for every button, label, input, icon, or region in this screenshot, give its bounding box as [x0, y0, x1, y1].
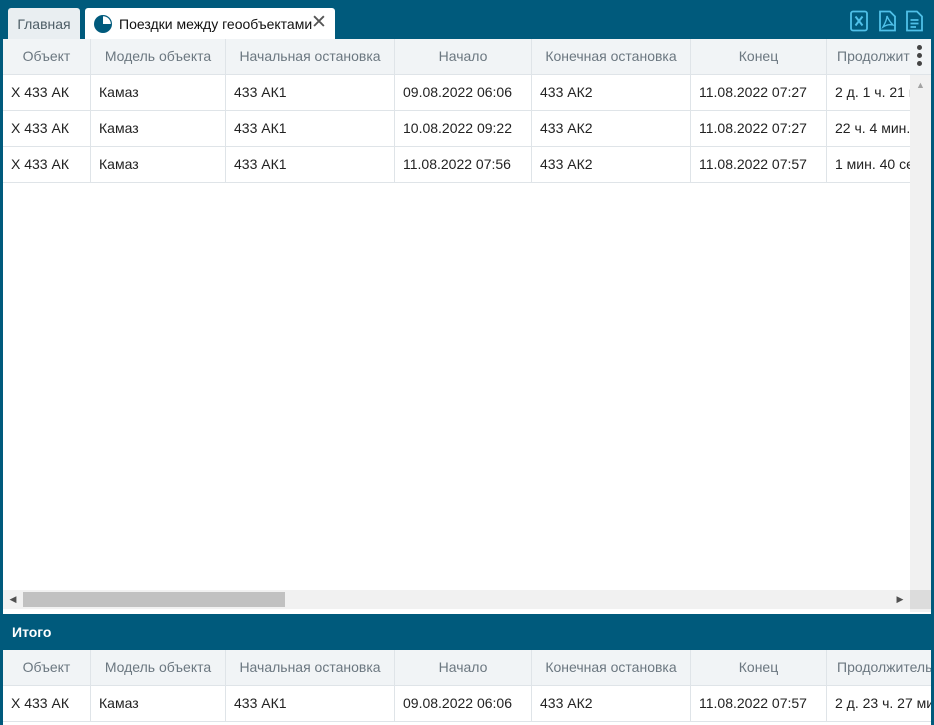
- scroll-up-arrow-icon[interactable]: ▲: [910, 77, 931, 93]
- horizontal-scrollbar[interactable]: ◀ ▶: [3, 590, 910, 609]
- column-menu-icon[interactable]: [917, 45, 923, 69]
- cell-end-stop: 433 АК2: [532, 111, 691, 147]
- total-cell-end: 11.08.2022 07:57: [691, 686, 827, 722]
- cell-start: 11.08.2022 07:56: [395, 147, 532, 183]
- cell-object: Х 433 АК: [3, 75, 91, 111]
- total-cell-model: Камаз: [91, 686, 226, 722]
- column-header-model[interactable]: Модель объекта: [91, 39, 226, 75]
- total-column-header-start-stop[interactable]: Начальная остановка: [226, 650, 395, 686]
- column-header-end[interactable]: Конец: [691, 39, 827, 75]
- total-cell-object: Х 433 АК: [3, 686, 91, 722]
- total-column-header-end-stop[interactable]: Конечная остановка: [532, 650, 691, 686]
- trips-grid: Объект Модель объекта Начальная остановк…: [3, 39, 931, 612]
- tab-home-label: Главная: [17, 15, 71, 32]
- table-row[interactable]: Х 433 АК Камаз 433 АК1 10.08.2022 09:22 …: [3, 111, 931, 147]
- horizontal-scroll-thumb[interactable]: [23, 592, 285, 607]
- cell-object: Х 433 АК: [3, 111, 91, 147]
- cell-start: 10.08.2022 09:22: [395, 111, 532, 147]
- column-header-object[interactable]: Объект: [3, 39, 91, 75]
- grid-header-row: Объект Модель объекта Начальная остановк…: [3, 39, 931, 75]
- tab-bar: Главная Поездки между геообъектами ✕: [0, 0, 934, 39]
- cell-model: Камаз: [91, 111, 226, 147]
- vertical-scrollbar[interactable]: ▲ ▼: [910, 75, 931, 612]
- close-icon[interactable]: ✕: [311, 13, 327, 33]
- cell-end: 11.08.2022 07:27: [691, 75, 827, 111]
- cell-end-stop: 433 АК2: [532, 75, 691, 111]
- total-section-title: Итого: [0, 614, 934, 650]
- cell-start-stop: 433 АК1: [226, 111, 395, 147]
- column-header-start[interactable]: Начало: [395, 39, 532, 75]
- table-row[interactable]: Х 433 АК Камаз 433 АК1 09.08.2022 06:06 …: [3, 75, 931, 111]
- column-header-start-stop[interactable]: Начальная остановка: [226, 39, 395, 75]
- total-header-row: Объект Модель объекта Начальная остановк…: [3, 650, 931, 686]
- pie-chart-icon: [94, 14, 112, 33]
- total-row[interactable]: Х 433 АК Камаз 433 АК1 09.08.2022 06:06 …: [3, 686, 931, 722]
- scroll-left-arrow-icon[interactable]: ◀: [5, 590, 21, 609]
- cell-object: Х 433 АК: [3, 147, 91, 183]
- total-cell-start: 09.08.2022 06:06: [395, 686, 532, 722]
- cell-start: 09.08.2022 06:06: [395, 75, 532, 111]
- cell-end-stop: 433 АК2: [532, 147, 691, 183]
- total-column-header-model[interactable]: Модель объекта: [91, 650, 226, 686]
- tab-home[interactable]: Главная: [8, 8, 80, 39]
- scroll-right-arrow-icon[interactable]: ▶: [892, 590, 908, 609]
- cell-end: 11.08.2022 07:27: [691, 111, 827, 147]
- cell-start-stop: 433 АК1: [226, 75, 395, 111]
- cell-end: 11.08.2022 07:57: [691, 147, 827, 183]
- total-column-header-duration[interactable]: Продолжитель: [827, 650, 931, 686]
- scrollbar-corner: [910, 590, 931, 609]
- table-row[interactable]: Х 433 АК Камаз 433 АК1 11.08.2022 07:56 …: [3, 147, 931, 183]
- total-column-header-start[interactable]: Начало: [395, 650, 532, 686]
- column-header-end-stop[interactable]: Конечная остановка: [532, 39, 691, 75]
- cell-model: Камаз: [91, 75, 226, 111]
- total-column-header-object[interactable]: Объект: [3, 650, 91, 686]
- column-header-duration[interactable]: Продолжит: [827, 39, 931, 75]
- tab-trips-label: Поездки между геообъектами: [119, 15, 313, 32]
- total-cell-end-stop: 433 АК2: [532, 686, 691, 722]
- tab-trips-between-geoobjects[interactable]: Поездки между геообъектами ✕: [85, 8, 335, 39]
- cell-model: Камаз: [91, 147, 226, 183]
- excel-export-icon[interactable]: [849, 10, 869, 32]
- pdf-export-icon[interactable]: [877, 10, 897, 32]
- total-cell-duration: 2 д. 23 ч. 27 ми: [827, 686, 931, 722]
- total-cell-start-stop: 433 АК1: [226, 686, 395, 722]
- total-grid: Объект Модель объекта Начальная остановк…: [3, 650, 931, 725]
- document-export-icon[interactable]: [904, 10, 924, 32]
- cell-start-stop: 433 АК1: [226, 147, 395, 183]
- total-column-header-end[interactable]: Конец: [691, 650, 827, 686]
